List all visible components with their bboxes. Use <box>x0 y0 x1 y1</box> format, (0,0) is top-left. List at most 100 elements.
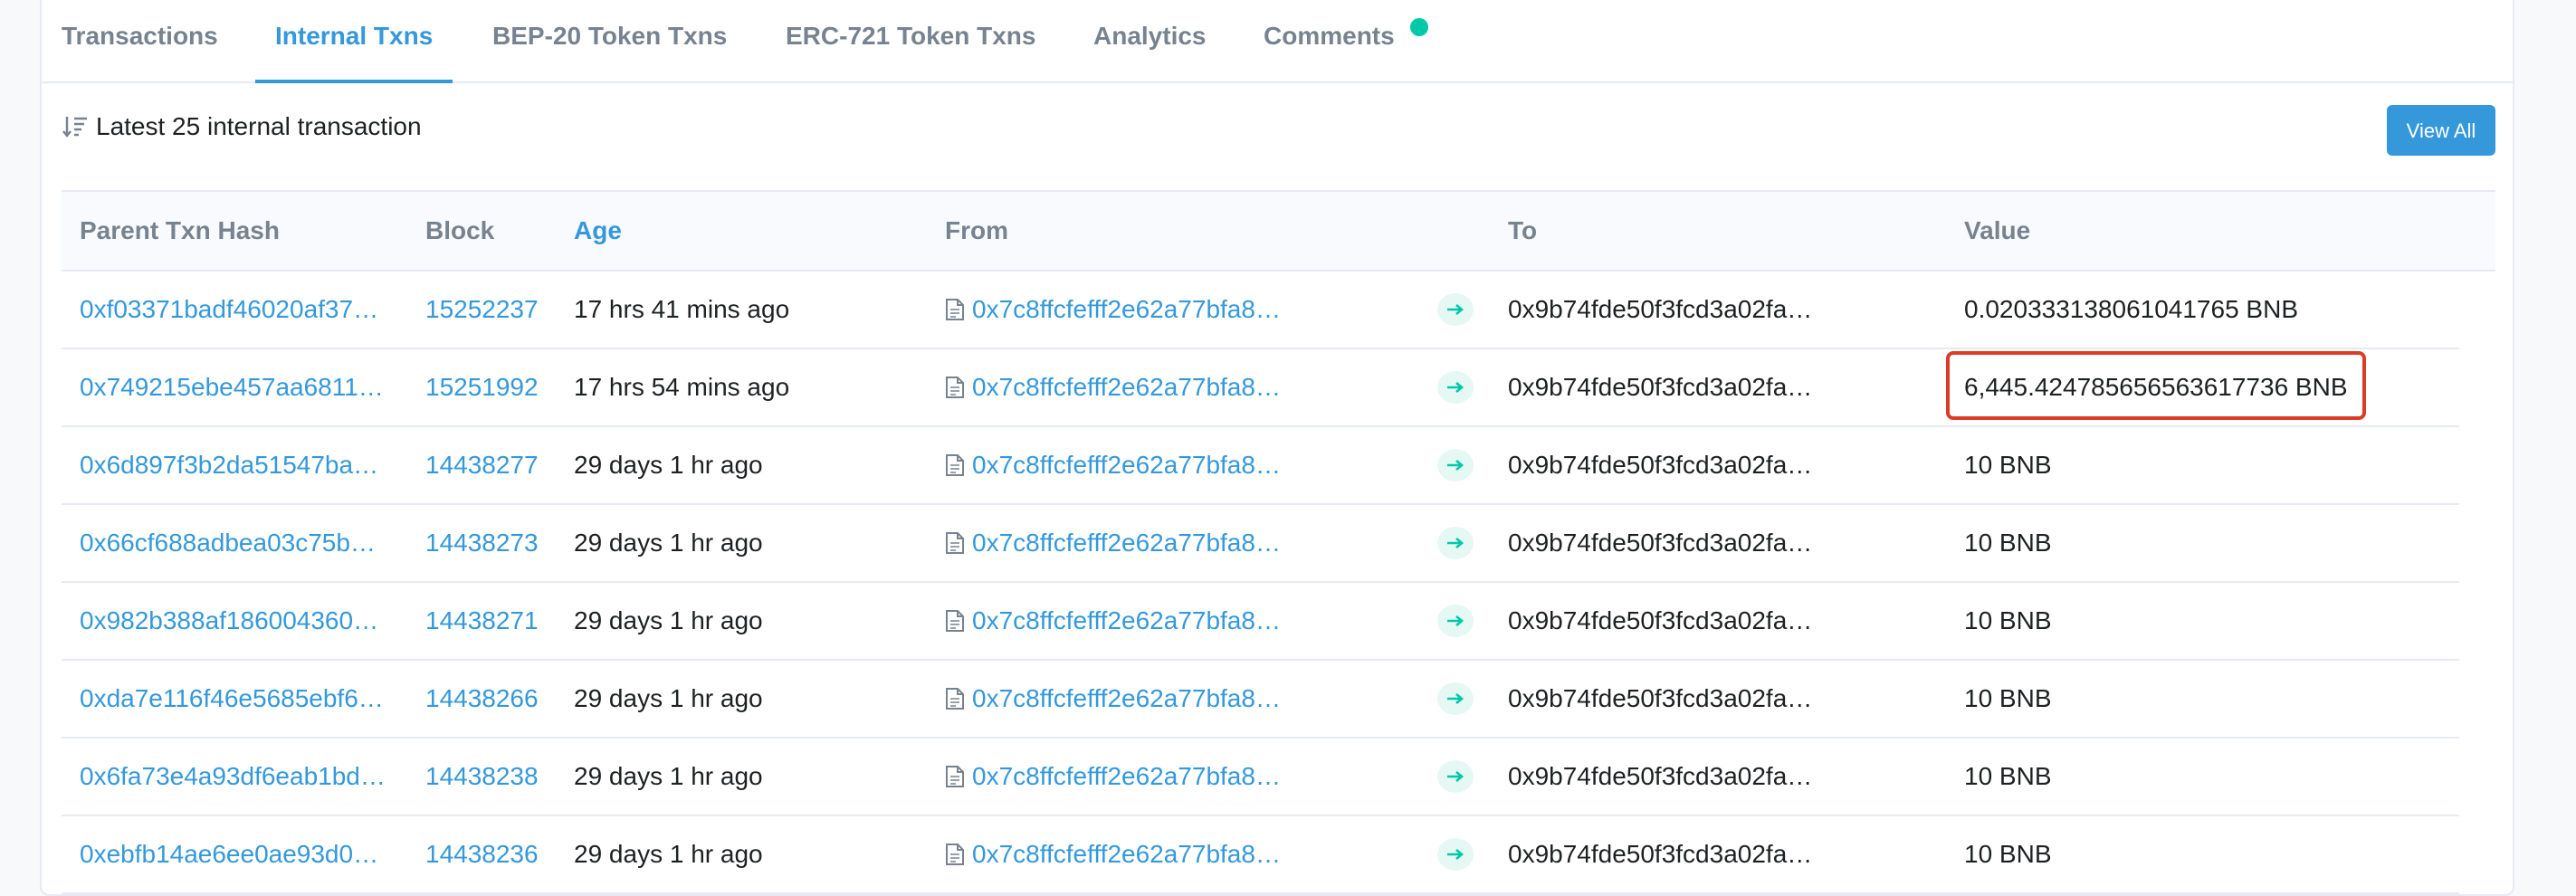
summary-line: Latest 25 internal transaction <box>62 112 422 141</box>
direction-badge <box>1437 293 1474 326</box>
arrow-right-icon <box>1447 460 1465 471</box>
block-link[interactable]: 14438238 <box>425 739 539 815</box>
block-link[interactable]: 14438266 <box>425 661 539 737</box>
tab-erc721-token-txns[interactable]: ERC-721 Token Txns <box>786 0 1035 81</box>
arrow-right-icon <box>1447 849 1465 860</box>
to-address: 0x9b74fde50f3fcd3a02fa… <box>1508 840 1813 868</box>
direction-badge <box>1437 838 1474 871</box>
parent-txn-hash-link[interactable]: 0xda7e116f46e5685ebf6… <box>80 661 384 737</box>
summary-text: Latest 25 internal transaction <box>96 112 422 140</box>
header-parent-txn-hash: Parent Txn Hash <box>80 216 280 244</box>
header-age[interactable]: Age <box>574 192 622 270</box>
direction-badge <box>1437 371 1474 404</box>
transactions-card: Transactions Internal Txns BEP-20 Token … <box>40 0 2514 896</box>
block-link[interactable]: 15251992 <box>425 349 539 425</box>
value-text: 10 BNB <box>1964 684 2052 712</box>
sort-icon <box>62 117 87 138</box>
contract-document-icon <box>946 766 964 787</box>
table-row: 0xda7e116f46e5685ebf6… 14438266 29 days … <box>62 661 2459 739</box>
block-link[interactable]: 14438277 <box>425 427 539 503</box>
parent-txn-hash-link[interactable]: 0x982b388af186004360… <box>80 583 378 659</box>
from-address-link[interactable]: 0x7c8ffcfefff2e62a77bfa8… <box>972 349 1281 425</box>
to-address: 0x9b74fde50f3fcd3a02fa… <box>1508 762 1813 790</box>
contract-document-icon <box>946 377 964 398</box>
parent-txn-hash-link[interactable]: 0xf03371badf46020af37… <box>80 272 378 348</box>
contract-document-icon <box>946 532 964 554</box>
arrow-right-icon <box>1447 304 1465 315</box>
block-link[interactable]: 15252237 <box>425 272 539 348</box>
from-address-link[interactable]: 0x7c8ffcfefff2e62a77bfa8… <box>972 505 1281 581</box>
from-address-link[interactable]: 0x7c8ffcfefff2e62a77bfa8… <box>972 739 1281 815</box>
tab-bep20-token-txns[interactable]: BEP-20 Token Txns <box>492 0 727 81</box>
table-header: Parent Txn Hash Block Age From To Value <box>62 190 2495 272</box>
contract-document-icon <box>946 844 964 865</box>
to-address: 0x9b74fde50f3fcd3a02fa… <box>1508 606 1813 634</box>
value-text: 0.020333138061041765 BNB <box>1964 295 2299 323</box>
age-text: 17 hrs 54 mins ago <box>574 373 790 401</box>
contract-document-icon <box>946 299 964 320</box>
from-address-link[interactable]: 0x7c8ffcfefff2e62a77bfa8… <box>972 583 1281 659</box>
value-text: 10 BNB <box>1964 840 2052 868</box>
internal-txns-table: Parent Txn Hash Block Age From To Value … <box>62 190 2495 894</box>
block-link[interactable]: 14438273 <box>425 505 539 581</box>
age-text: 29 days 1 hr ago <box>574 840 763 868</box>
from-address: 0x7c8ffcfefff2e62a77bfa8… <box>945 427 1281 503</box>
header-from: From <box>945 216 1008 244</box>
arrow-right-icon <box>1447 382 1465 393</box>
direction-badge <box>1437 682 1474 715</box>
parent-txn-hash-link[interactable]: 0x6fa73e4a93df6eab1bd… <box>80 739 386 815</box>
value-text: 10 BNB <box>1964 606 2052 634</box>
age-text: 29 days 1 hr ago <box>574 451 763 479</box>
arrow-right-icon <box>1447 771 1465 782</box>
tab-comments[interactable]: Comments <box>1264 0 1395 81</box>
direction-badge <box>1437 527 1474 559</box>
parent-txn-hash-link[interactable]: 0xebfb14ae6ee0ae93d0… <box>80 816 378 892</box>
from-address-link[interactable]: 0x7c8ffcfefff2e62a77bfa8… <box>972 272 1281 348</box>
from-address: 0x7c8ffcfefff2e62a77bfa8… <box>945 816 1281 892</box>
from-address: 0x7c8ffcfefff2e62a77bfa8… <box>945 739 1281 815</box>
block-link[interactable]: 14438271 <box>425 583 539 659</box>
to-address: 0x9b74fde50f3fcd3a02fa… <box>1508 529 1813 557</box>
to-address: 0x9b74fde50f3fcd3a02fa… <box>1508 295 1813 323</box>
tab-transactions[interactable]: Transactions <box>62 0 218 81</box>
header-to: To <box>1508 216 1538 244</box>
parent-txn-hash-link[interactable]: 0x6d897f3b2da51547ba… <box>80 427 378 503</box>
table-row: 0x6fa73e4a93df6eab1bd… 14438238 29 days … <box>62 739 2459 816</box>
from-address: 0x7c8ffcfefff2e62a77bfa8… <box>945 349 1281 425</box>
from-address: 0x7c8ffcfefff2e62a77bfa8… <box>945 661 1281 737</box>
tab-internal-txns[interactable]: Internal Txns <box>254 0 453 83</box>
table-row: 0xebfb14ae6ee0ae93d0… 14438236 29 days 1… <box>62 816 2459 894</box>
parent-txn-hash-link[interactable]: 0x66cf688adbea03c75b… <box>80 505 376 581</box>
direction-badge <box>1437 449 1474 481</box>
tab-bar: Transactions Internal Txns BEP-20 Token … <box>42 0 2513 83</box>
direction-badge <box>1437 760 1474 793</box>
age-text: 29 days 1 hr ago <box>574 529 763 557</box>
block-link[interactable]: 14438236 <box>425 816 539 892</box>
tab-analytics[interactable]: Analytics <box>1093 0 1207 81</box>
arrow-right-icon <box>1447 615 1465 626</box>
contract-document-icon <box>946 454 964 476</box>
age-text: 29 days 1 hr ago <box>574 684 763 712</box>
value-text: 10 BNB <box>1964 529 2052 557</box>
arrow-right-icon <box>1447 693 1465 704</box>
age-text: 29 days 1 hr ago <box>574 762 763 790</box>
table-body: 0xf03371badf46020af37… 15252237 17 hrs 4… <box>62 272 2495 894</box>
from-address-link[interactable]: 0x7c8ffcfefff2e62a77bfa8… <box>972 816 1281 892</box>
from-address: 0x7c8ffcfefff2e62a77bfa8… <box>945 505 1281 581</box>
direction-badge <box>1437 605 1474 637</box>
age-text: 29 days 1 hr ago <box>574 606 763 634</box>
header-block: Block <box>425 216 495 244</box>
contract-document-icon <box>946 610 964 632</box>
from-address-link[interactable]: 0x7c8ffcfefff2e62a77bfa8… <box>972 661 1281 737</box>
table-row: 0x749215ebe457aa6811… 15251992 17 hrs 54… <box>62 349 2459 427</box>
to-address: 0x9b74fde50f3fcd3a02fa… <box>1508 684 1813 712</box>
table-row: 0x6d897f3b2da51547ba… 14438277 29 days 1… <box>62 427 2459 505</box>
parent-txn-hash-link[interactable]: 0x749215ebe457aa6811… <box>80 349 384 425</box>
view-all-button[interactable]: View All <box>2387 105 2495 156</box>
from-address: 0x7c8ffcfefff2e62a77bfa8… <box>945 583 1281 659</box>
table-row: 0x66cf688adbea03c75b… 14438273 29 days 1… <box>62 505 2459 583</box>
age-text: 17 hrs 41 mins ago <box>574 295 790 323</box>
from-address-link[interactable]: 0x7c8ffcfefff2e62a77bfa8… <box>972 427 1281 503</box>
notification-dot-icon <box>1410 18 1428 36</box>
value-text: 10 BNB <box>1964 762 2052 790</box>
